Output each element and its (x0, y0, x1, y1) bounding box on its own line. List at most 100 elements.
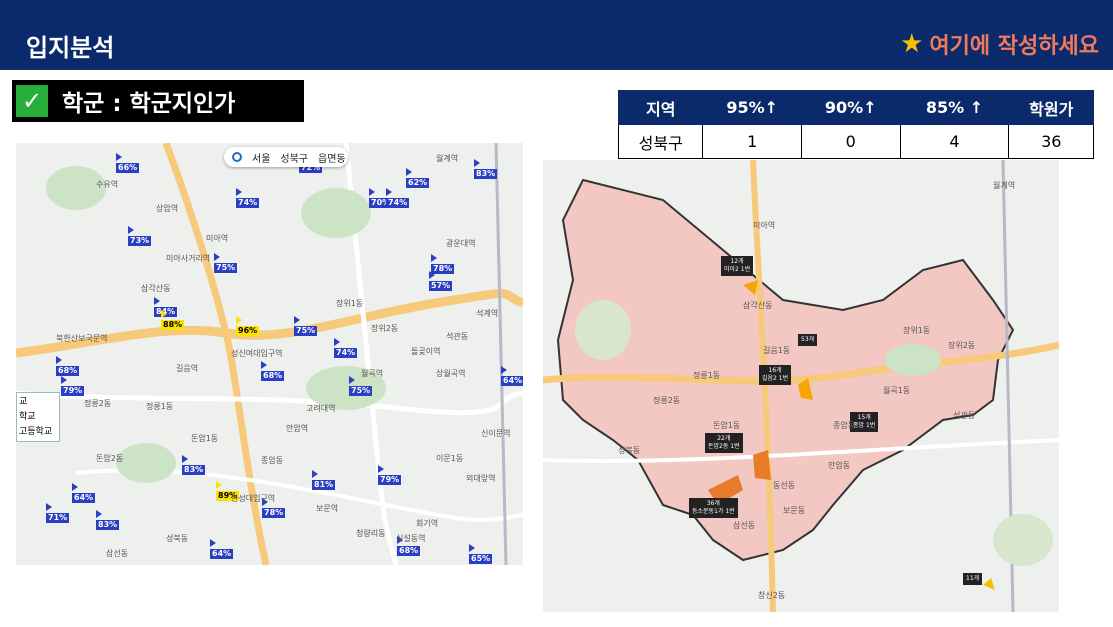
school-marker[interactable]: 96% (236, 316, 260, 336)
table-cell: 1 (702, 124, 802, 159)
place-label: 석계역 (476, 309, 499, 318)
table-header-cell: 95%↑ (702, 90, 802, 125)
section-title: 학군 : 학군지인가 (62, 91, 236, 117)
place-label: 창신2동 (758, 591, 786, 600)
tag-count: 53개 (801, 336, 815, 343)
school-marker[interactable]: 79% (378, 465, 402, 485)
school-marker[interactable]: 64% (210, 539, 234, 559)
school-marker[interactable]: 83% (182, 455, 206, 475)
school-marker[interactable]: 68% (56, 356, 80, 376)
chip-city[interactable]: 서울 (252, 150, 270, 165)
legend-item[interactable]: 학교 (19, 410, 59, 425)
academy-count-tag[interactable]: 36개 동소문동1가 1번 (689, 498, 738, 518)
school-marker[interactable]: 75% (294, 316, 318, 336)
place-label: 정릉1동 (693, 371, 721, 380)
place-label: 보문동 (783, 506, 806, 515)
table-cell: 0 (800, 124, 901, 159)
table-header-cell: 지역 (617, 90, 704, 125)
place-label: 월곡역 (361, 369, 384, 378)
chip-district[interactable]: 성북구 (280, 150, 308, 165)
tag-area: 미아2 1번 (724, 266, 751, 273)
tag-count: 16개 (768, 367, 782, 374)
school-marker[interactable]: 75% (349, 376, 373, 396)
tag-area: 종암 1번 (853, 422, 876, 429)
place-label: 석관동 (953, 411, 976, 420)
place-label: 삼선동 (106, 549, 129, 558)
section-heading: ✓ 학군 : 학군지인가 (12, 80, 304, 122)
place-label: 길음역 (176, 364, 199, 373)
chip-neighborhood[interactable]: 읍면동 (318, 150, 346, 165)
school-marker[interactable]: 74% (236, 188, 260, 208)
place-label: 정릉2동 (84, 399, 112, 408)
star-icon: ★ (900, 29, 924, 59)
school-marker[interactable]: 79% (61, 376, 85, 396)
map-location-chips[interactable]: 서울 성북구 읍면동 (224, 147, 348, 167)
place-label: 회기역 (416, 519, 439, 528)
school-marker[interactable]: 73% (128, 226, 152, 246)
table-cell: 36 (1008, 124, 1094, 159)
school-marker[interactable]: 81% (312, 470, 336, 490)
school-marker[interactable]: 88% (161, 310, 185, 330)
school-marker[interactable]: 57% (429, 271, 453, 291)
place-label: 월곡1동 (883, 386, 911, 395)
place-label: 안암역 (286, 424, 309, 433)
tag-area: 길음2 1번 (762, 375, 789, 382)
school-marker[interactable]: 78% (262, 498, 286, 518)
academy-count-tag[interactable]: 16개 길음2 1번 (759, 365, 792, 385)
place-label: 수유역 (96, 180, 119, 189)
academy-count-tag[interactable]: 53개 (798, 334, 818, 346)
school-marker[interactable]: 74% (334, 338, 358, 358)
academy-count-tag[interactable]: 22개 돈암2동 1번 (705, 433, 743, 453)
school-marker[interactable]: 68% (261, 361, 285, 381)
school-marker[interactable]: 64% (501, 366, 523, 386)
place-label: 종암동 (261, 456, 284, 465)
place-label: 장위2동 (371, 324, 399, 333)
table-header-row: 지역 95%↑ 90%↑ 85% ↑ 학원가 (617, 90, 1094, 125)
school-type-legend[interactable]: 교 학교 고등학교 (16, 392, 60, 442)
stats-table: 지역 95%↑ 90%↑ 85% ↑ 학원가 성북구 1 0 4 36 (617, 90, 1094, 159)
academy-count-tag[interactable]: 12개 미아2 1번 (721, 256, 754, 276)
place-label: 삼선동 (733, 521, 756, 530)
school-marker[interactable]: 75% (214, 253, 238, 273)
place-label: 보문역 (316, 504, 339, 513)
place-label: 미아역 (206, 234, 229, 243)
place-label: 장위1동 (336, 299, 364, 308)
school-marker[interactable]: 83% (474, 159, 498, 179)
school-marker[interactable]: 66% (116, 153, 140, 173)
table-header-cell: 85% ↑ (899, 90, 1010, 125)
place-label: 삼각산동 (141, 284, 171, 293)
place-label: 상월곡역 (436, 369, 466, 378)
place-label: 고려대역 (306, 404, 336, 413)
school-marker[interactable]: 83% (96, 510, 120, 530)
school-marker[interactable]: 62% (406, 168, 430, 188)
place-label: 성북동 (166, 534, 189, 543)
place-label: 동선동 (773, 481, 796, 490)
place-label: 길음1동 (763, 346, 791, 355)
place-label: 돈암2동 (96, 454, 124, 463)
school-marker[interactable]: 65% (469, 544, 493, 564)
legend-item[interactable]: 고등학교 (19, 425, 59, 440)
place-label: 신이문역 (481, 429, 511, 438)
place-label: 석관동 (446, 332, 469, 341)
tag-count: 15개 (857, 414, 871, 421)
table-cell: 성북구 (617, 124, 704, 159)
school-marker[interactable]: 74% (386, 188, 410, 208)
school-marker[interactable]: 68% (397, 536, 421, 556)
legend-item[interactable]: 교 (19, 395, 59, 410)
school-map[interactable]: 66% 72% 74% 73% 75% 84% 88% 96% 75% 74% … (16, 143, 523, 565)
place-label: 장위2동 (948, 341, 976, 350)
check-icon: ✓ (16, 85, 48, 117)
place-label: 삼각산동 (743, 301, 773, 310)
table-cell: 4 (899, 124, 1010, 159)
place-label: 한성대입구역 (231, 494, 276, 503)
place-label: 미아사거리역 (166, 254, 211, 263)
place-label: 광운대역 (446, 239, 476, 248)
academy-count-tag[interactable]: 11개 (963, 573, 983, 585)
place-label: 돈암1동 (713, 421, 741, 430)
school-marker[interactable]: 71% (46, 503, 70, 523)
location-pin-icon (232, 152, 242, 162)
place-label: 월계역 (436, 154, 459, 163)
place-label: 미아역 (753, 221, 776, 230)
school-marker[interactable]: 64% (72, 483, 96, 503)
academy-map[interactable]: 12개 미아2 1번 53개 16개 길음2 1번 15개 종암 1번 22개 … (543, 160, 1059, 612)
